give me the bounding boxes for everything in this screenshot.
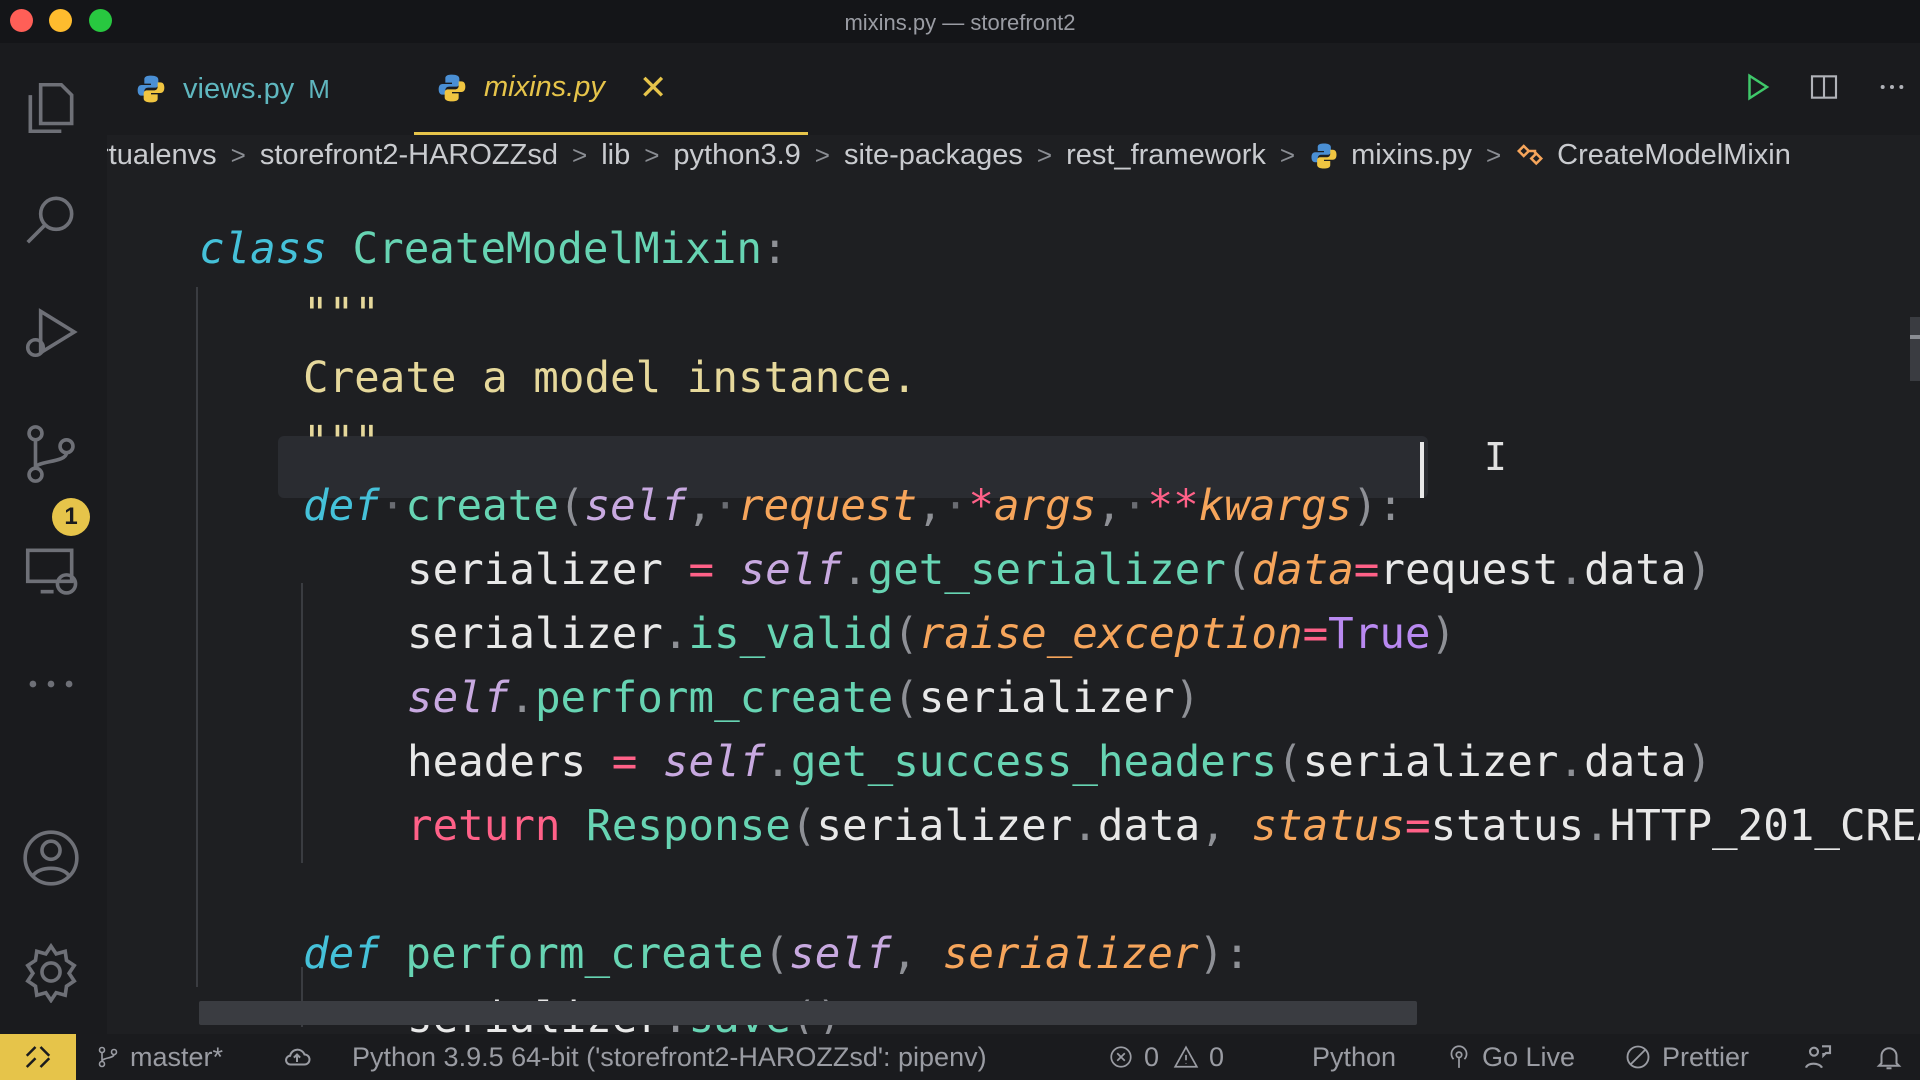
language-mode[interactable]: Python (1312, 1034, 1396, 1080)
tab-views-py[interactable]: views.py M (135, 43, 330, 135)
run-debug-icon[interactable] (18, 299, 84, 365)
more-actions-icon[interactable] (1876, 71, 1908, 108)
tab-bar: views.py M mixins.py ✕ (107, 43, 1920, 135)
python-file-icon (137, 75, 165, 103)
explorer-icon[interactable] (18, 75, 84, 141)
code-line-8: self.perform_create(serializer) (407, 674, 1201, 723)
chevron-right-icon: > (572, 140, 588, 170)
python-interpreter[interactable]: Python 3.9.5 64-bit ('storefront2-HAROZZ… (352, 1034, 987, 1080)
vertical-scrollbar[interactable] (1910, 317, 1920, 381)
prettier-button[interactable]: Prettier (1624, 1034, 1749, 1080)
activity-bar: 1 (0, 43, 107, 1034)
git-branch-icon (98, 1046, 118, 1068)
title-bar: mixins.py — storefront2 (0, 0, 1920, 43)
indent-guide (196, 287, 198, 987)
source-control-icon[interactable] (18, 421, 84, 487)
feedback-icon (1804, 1045, 1832, 1069)
notifications-button[interactable] (1874, 1034, 1914, 1080)
chevron-right-icon: > (1279, 140, 1296, 170)
code-line-10: return Response(serializer.data, status=… (407, 802, 1920, 851)
breadcrumb-item[interactable]: lib (601, 139, 630, 172)
settings-gear-icon[interactable] (18, 939, 84, 1005)
broadcast-icon (1450, 1045, 1468, 1068)
scrollbar-position-marker (1910, 335, 1920, 339)
branch-name: master* (130, 1041, 224, 1072)
warning-icon (1173, 1045, 1199, 1068)
mouse-ibeam-icon: I (1484, 435, 1507, 479)
python-file-icon (1311, 143, 1337, 168)
code-line-1: class CreateModelMixin: (199, 225, 788, 274)
remote-icon (25, 1046, 51, 1068)
breadcrumb-item[interactable]: storefront2-HAROZZsd (260, 139, 558, 172)
branch-indicator[interactable]: master* (96, 1034, 223, 1080)
remote-indicator[interactable] (0, 1034, 76, 1080)
chevron-right-icon: > (1036, 140, 1053, 170)
code-area[interactable]: class CreateModelMixin: """ Create a mod… (107, 183, 1920, 1034)
python-file-icon (438, 74, 466, 101)
code-line-4: """ (303, 418, 380, 467)
code-line-9: headers = self.get_success_headers(seria… (407, 738, 1713, 787)
run-file-icon[interactable] (1742, 72, 1772, 107)
breadcrumb-item[interactable]: rest_framework (1066, 139, 1266, 172)
horizontal-scrollbar[interactable] (199, 1001, 1417, 1025)
source-control-badge: 1 (52, 498, 90, 536)
breadcrumb-item[interactable]: site-packages (844, 139, 1023, 172)
code-line-3: Create a model instance. (303, 354, 918, 403)
accounts-icon[interactable] (18, 825, 84, 891)
breadcrumb-item[interactable]: CreateModelMixin (1557, 139, 1791, 172)
problems-indicator[interactable]: 0 0 (1108, 1034, 1224, 1080)
tab-mixins-py[interactable]: mixins.py ✕ (414, 43, 808, 135)
window-title: mixins.py — storefront2 (844, 10, 1076, 35)
go-live-button[interactable]: Go Live (1446, 1034, 1575, 1080)
tab-label: mixins.py (484, 71, 605, 103)
code-line-2: """ (303, 290, 380, 339)
code-line-7: serializer.is_valid(raise_exception=True… (407, 610, 1457, 659)
code-line-6: serializer = self.get_serializer(data=re… (407, 546, 1713, 595)
sync-indicator[interactable] (282, 1034, 322, 1080)
more-icon[interactable] (18, 651, 84, 717)
code-line-5: def·create(self,·request,·*args,·**kwarg… (303, 482, 1404, 531)
prohibited-icon (1626, 1045, 1650, 1069)
indent-guide (301, 583, 303, 863)
error-icon (1110, 1046, 1132, 1068)
code-line-12: def perform_create(self, serializer): (303, 930, 1250, 979)
class-symbol-icon (1517, 143, 1544, 165)
chevron-right-icon: > (814, 140, 830, 170)
text-cursor (1420, 442, 1424, 498)
editor-actions (1742, 43, 1908, 135)
bell-icon (1876, 1047, 1902, 1070)
editor: views.py M mixins.py ✕ rtualenvs > storef… (107, 43, 1920, 1034)
breadcrumb-item[interactable]: python3.9 (673, 139, 800, 172)
chevron-right-icon: > (1485, 140, 1502, 170)
close-tab-icon[interactable]: ✕ (639, 68, 668, 108)
remote-explorer-icon[interactable] (18, 538, 84, 604)
breadcrumb-item[interactable]: mixins.py (1351, 139, 1472, 172)
status-bar: master* Python 3.9.5 64-bit ('storefront… (0, 1034, 1920, 1080)
warning-count: 0 (1209, 1041, 1225, 1072)
modified-indicator: M (308, 73, 330, 104)
breadcrumb: rtualenvs > storefront2-HAROZZsd > lib > py… (107, 135, 1920, 183)
chevron-right-icon: > (644, 140, 660, 170)
chevron-right-icon: > (230, 140, 246, 170)
tab-label: views.py (183, 72, 295, 105)
error-count: 0 (1144, 1041, 1160, 1072)
breadcrumb-item[interactable]: rtualenvs (107, 139, 217, 172)
cloud-sync-icon (285, 1048, 311, 1066)
search-icon[interactable] (18, 186, 84, 252)
feedback-button[interactable] (1802, 1034, 1844, 1080)
split-editor-icon[interactable] (1808, 71, 1840, 108)
